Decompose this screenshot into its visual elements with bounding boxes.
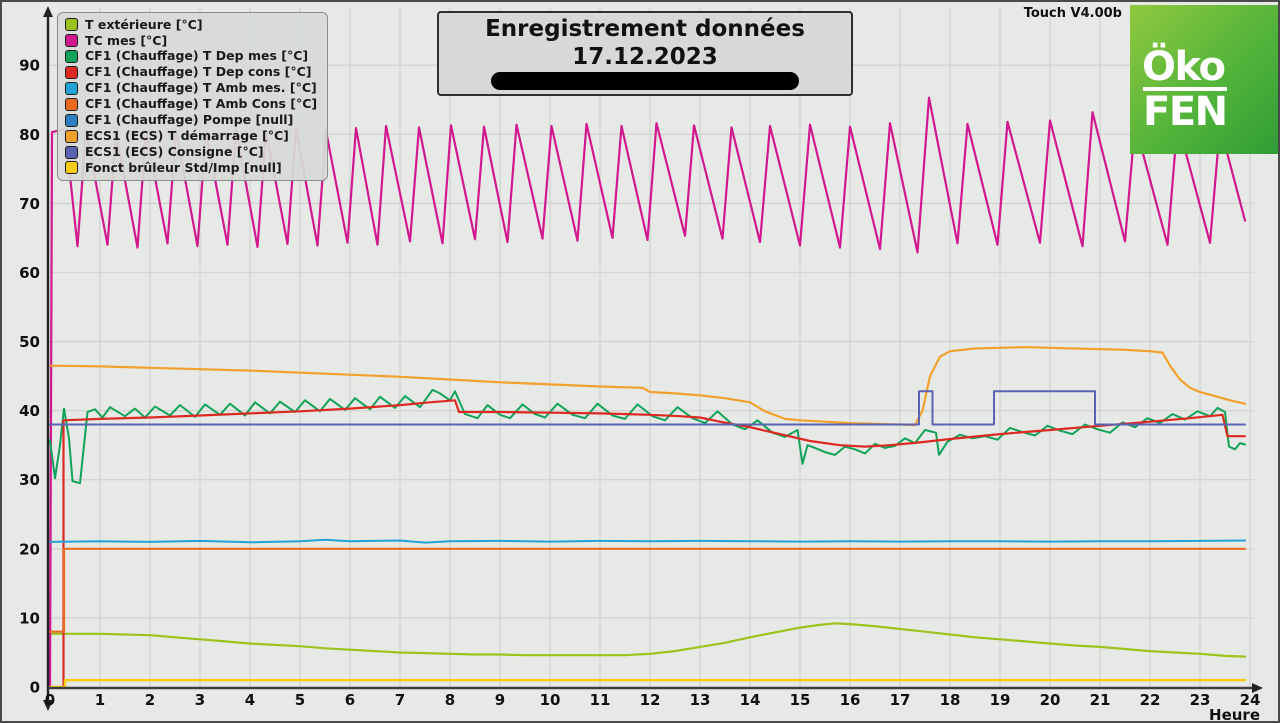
legend-item: CF1 (Chauffage) T Dep mes [°C] (65, 49, 317, 65)
x-tick-label: 7 (395, 691, 405, 709)
legend-item: ECS1 (ECS) Consigne [°C] (65, 144, 317, 160)
y-tick-label: 60 (19, 264, 40, 282)
chart-legend: T extérieure [°C] TC mes [°C] CF1 (Chauffa… (57, 12, 329, 181)
legend-item: CF1 (Chauffage) T Amb mes. [°C] (65, 81, 317, 97)
series-cf1-chauffage-t-dep-mes-c (49, 388, 1246, 485)
chart-title: Enregistrement données 17.12.2023 (485, 16, 805, 70)
legend-label: T extérieure [°C] (85, 16, 203, 32)
y-axis-arrow-up (43, 6, 53, 17)
legend-color-swatch (65, 18, 78, 32)
legend-label: CF1 (Chauffage) T Dep cons [°C] (85, 64, 312, 80)
x-tick-label: 16 (840, 691, 861, 709)
legend-color-swatch (65, 161, 78, 175)
redacted-subtitle-bar (491, 72, 799, 91)
x-tick-label: 20 (1040, 691, 1061, 709)
legend-color-swatch (65, 129, 78, 143)
y-tick-label: 70 (19, 195, 40, 213)
legend-color-swatch (65, 113, 78, 127)
series-cf1-chauffage-t-amb-mes-c (49, 538, 1246, 544)
y-tick-label: 90 (19, 57, 40, 75)
x-tick-label: 6 (345, 691, 355, 709)
x-axis-title: Heure (1209, 706, 1260, 723)
legend-color-swatch (65, 66, 78, 80)
okofen-touch-screen: 0 10 20 30 40 50 60 70 80 90 0 1 2 3 4 5 6 7 8 9 10 11 12 13 14 1… (0, 0, 1280, 723)
chart-series (48, 96, 1247, 689)
x-tick-label: 14 (740, 691, 761, 709)
x-tick-label: 5 (295, 691, 305, 709)
firmware-version-label: Touch V4.00b (1023, 6, 1122, 21)
series-ecs1-ecs-consigne-c (49, 390, 1246, 426)
x-tick-label: 21 (1090, 691, 1111, 709)
legend-item: TC mes [°C] (65, 33, 317, 49)
x-tick-label: 17 (890, 691, 911, 709)
series-cf1-chauffage-t-amb-cons-c (48, 547, 1247, 633)
legend-label: CF1 (Chauffage) T Dep mes [°C] (85, 48, 309, 64)
legend-color-swatch (65, 50, 78, 64)
y-tick-label: 0 (30, 679, 40, 697)
x-tick-label: 23 (1190, 691, 1211, 709)
y-tick-label: 50 (19, 333, 40, 351)
legend-color-swatch (65, 97, 78, 111)
series-tc-mes-c (48, 96, 1247, 689)
legend-item: CF1 (Chauffage) T Amb Cons [°C] (65, 96, 317, 112)
okofen-logo-text: ÖkoFEN (1142, 44, 1278, 135)
chart-title-box: Enregistrement données 17.12.2023 (437, 11, 853, 97)
okofen-logo: ÖkoFEN (1130, 5, 1278, 154)
x-tick-label: 13 (690, 691, 711, 709)
legend-item: CF1 (Chauffage) Pompe [null] (65, 112, 317, 128)
legend-label: CF1 (Chauffage) T Amb Cons [°C] (85, 96, 318, 112)
x-tick-label: 10 (540, 691, 561, 709)
x-tick-label: 8 (445, 691, 455, 709)
series-t-ext-rieure-c (48, 622, 1247, 658)
legend-label: ECS1 (ECS) Consigne [°C] (85, 143, 264, 159)
legend-label: TC mes [°C] (85, 32, 168, 48)
x-tick-label: 19 (990, 691, 1011, 709)
y-tick-label: 10 (19, 609, 40, 627)
legend-color-swatch (65, 82, 78, 95)
legend-label: CF1 (Chauffage) Pompe [null] (85, 112, 294, 128)
legend-item: ECS1 (ECS) T démarrage [°C] (65, 128, 317, 144)
x-tick-label: 11 (590, 691, 611, 709)
y-tick-label: 20 (19, 540, 40, 558)
series-fonct-br-leur-std-imp-null (48, 678, 1247, 689)
x-tick-label: 4 (245, 691, 255, 709)
y-tick-label: 30 (19, 471, 40, 489)
x-tick-label: 12 (640, 691, 661, 709)
legend-label: Fonct brûleur Std/Imp [null] (85, 159, 282, 175)
legend-item: Fonct brûleur Std/Imp [null] (65, 160, 317, 176)
legend-label: CF1 (Chauffage) T Amb mes. [°C] (85, 80, 317, 96)
legend-color-swatch (65, 34, 78, 48)
x-tick-label: 1 (95, 691, 105, 709)
y-tick-label: 40 (19, 402, 40, 420)
legend-item: T extérieure [°C] (65, 17, 317, 33)
x-tick-label: 0 (45, 691, 55, 709)
x-tick-label: 18 (940, 691, 961, 709)
x-tick-label: 3 (195, 691, 205, 709)
x-tick-label: 2 (145, 691, 155, 709)
legend-color-swatch (65, 145, 78, 159)
legend-label: ECS1 (ECS) T démarrage [°C] (85, 127, 289, 143)
x-tick-label: 9 (495, 691, 505, 709)
x-tick-label: 15 (790, 691, 811, 709)
logo-text-oko: Öko (1142, 44, 1226, 90)
legend-item: CF1 (Chauffage) T Dep cons [°C] (65, 65, 317, 81)
y-tick-label: 80 (19, 126, 40, 144)
logo-text-fen: FEN (1143, 87, 1228, 135)
x-tick-label: 22 (1140, 691, 1161, 709)
